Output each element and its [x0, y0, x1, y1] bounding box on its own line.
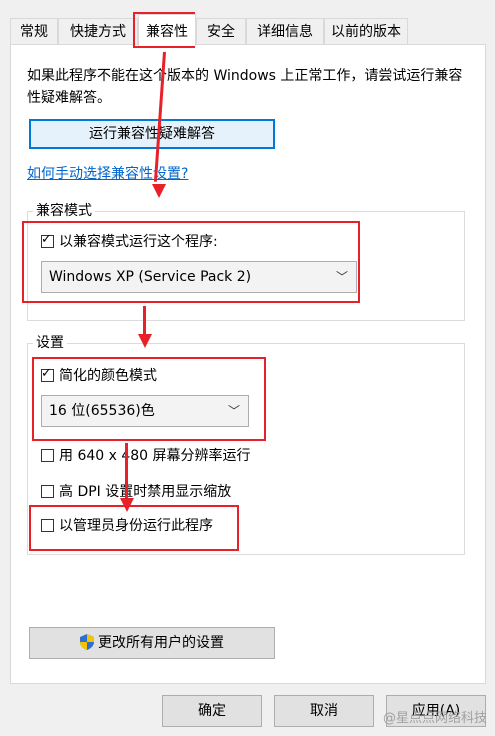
checkmark-icon: ✓ — [41, 231, 52, 247]
cancel-button[interactable]: 取消 — [274, 695, 374, 727]
tab-shortcut[interactable]: 快捷方式 — [58, 18, 138, 44]
compatibility-panel: 如果此程序不能在这个版本的 Windows 上正常工作，请尝试运行兼容性疑难解答… — [10, 44, 486, 684]
color-depth-select[interactable]: 16 位(65536)色 ﹀ — [41, 395, 249, 427]
tab-bar: 常规 快捷方式 兼容性 安全 详细信息 以前的版本 — [0, 0, 495, 46]
tab-compatibility[interactable]: 兼容性 — [138, 14, 196, 46]
run-admin-checkbox-row[interactable]: 以管理员身份运行此程序 — [41, 515, 213, 535]
run-troubleshooter-button[interactable]: 运行兼容性疑难解答 — [29, 119, 275, 149]
reduced-color-checkbox-row[interactable]: ✓ 简化的颜色模式 — [41, 365, 157, 385]
settings-legend: 设置 — [33, 332, 67, 352]
high-dpi-checkbox-row[interactable]: 高 DPI 设置时禁用显示缩放 — [41, 481, 231, 501]
run-admin-checkbox[interactable] — [41, 518, 54, 532]
os-version-selected: Windows XP (Service Pack 2) — [49, 269, 252, 285]
checkmark-icon: ✓ — [41, 365, 52, 381]
compat-mode-checkbox[interactable]: ✓ — [41, 232, 54, 248]
tab-previous-versions[interactable]: 以前的版本 — [324, 18, 408, 44]
change-all-users-button[interactable]: 更改所有用户的设置 — [29, 627, 275, 659]
os-version-select[interactable]: Windows XP (Service Pack 2) ﹀ — [41, 261, 357, 293]
tab-security[interactable]: 安全 — [196, 18, 246, 44]
high-dpi-label: 高 DPI 设置时禁用显示缩放 — [59, 484, 232, 500]
uac-shield-icon — [80, 634, 94, 650]
reduced-color-checkbox[interactable]: ✓ — [41, 366, 54, 382]
compat-mode-checkbox-row[interactable]: ✓ 以兼容模式运行这个程序: — [41, 231, 218, 251]
compat-mode-legend: 兼容模式 — [33, 200, 95, 220]
chevron-down-icon: ﹀ — [227, 404, 240, 418]
change-all-users-label: 更改所有用户的设置 — [98, 635, 224, 651]
apply-button[interactable]: 应用(A) — [386, 695, 486, 727]
res-640-checkbox[interactable] — [41, 448, 54, 462]
res-640-label: 用 640 x 480 屏幕分辨率运行 — [59, 448, 251, 464]
high-dpi-checkbox[interactable] — [41, 484, 54, 498]
color-depth-selected: 16 位(65536)色 — [49, 403, 155, 419]
run-admin-label: 以管理员身份运行此程序 — [59, 518, 213, 534]
ok-button[interactable]: 确定 — [162, 695, 262, 727]
manual-settings-link[interactable]: 如何手动选择兼容性设置? — [27, 163, 188, 183]
res-640-checkbox-row[interactable]: 用 640 x 480 屏幕分辨率运行 — [41, 445, 251, 465]
tab-general[interactable]: 常规 — [10, 18, 58, 44]
compat-mode-checkbox-label: 以兼容模式运行这个程序: — [59, 234, 218, 250]
chevron-down-icon: ﹀ — [335, 270, 348, 284]
reduced-color-label: 简化的颜色模式 — [59, 368, 157, 384]
intro-text: 如果此程序不能在这个版本的 Windows 上正常工作，请尝试运行兼容性疑难解答… — [27, 68, 463, 106]
tab-details[interactable]: 详细信息 — [246, 18, 324, 44]
